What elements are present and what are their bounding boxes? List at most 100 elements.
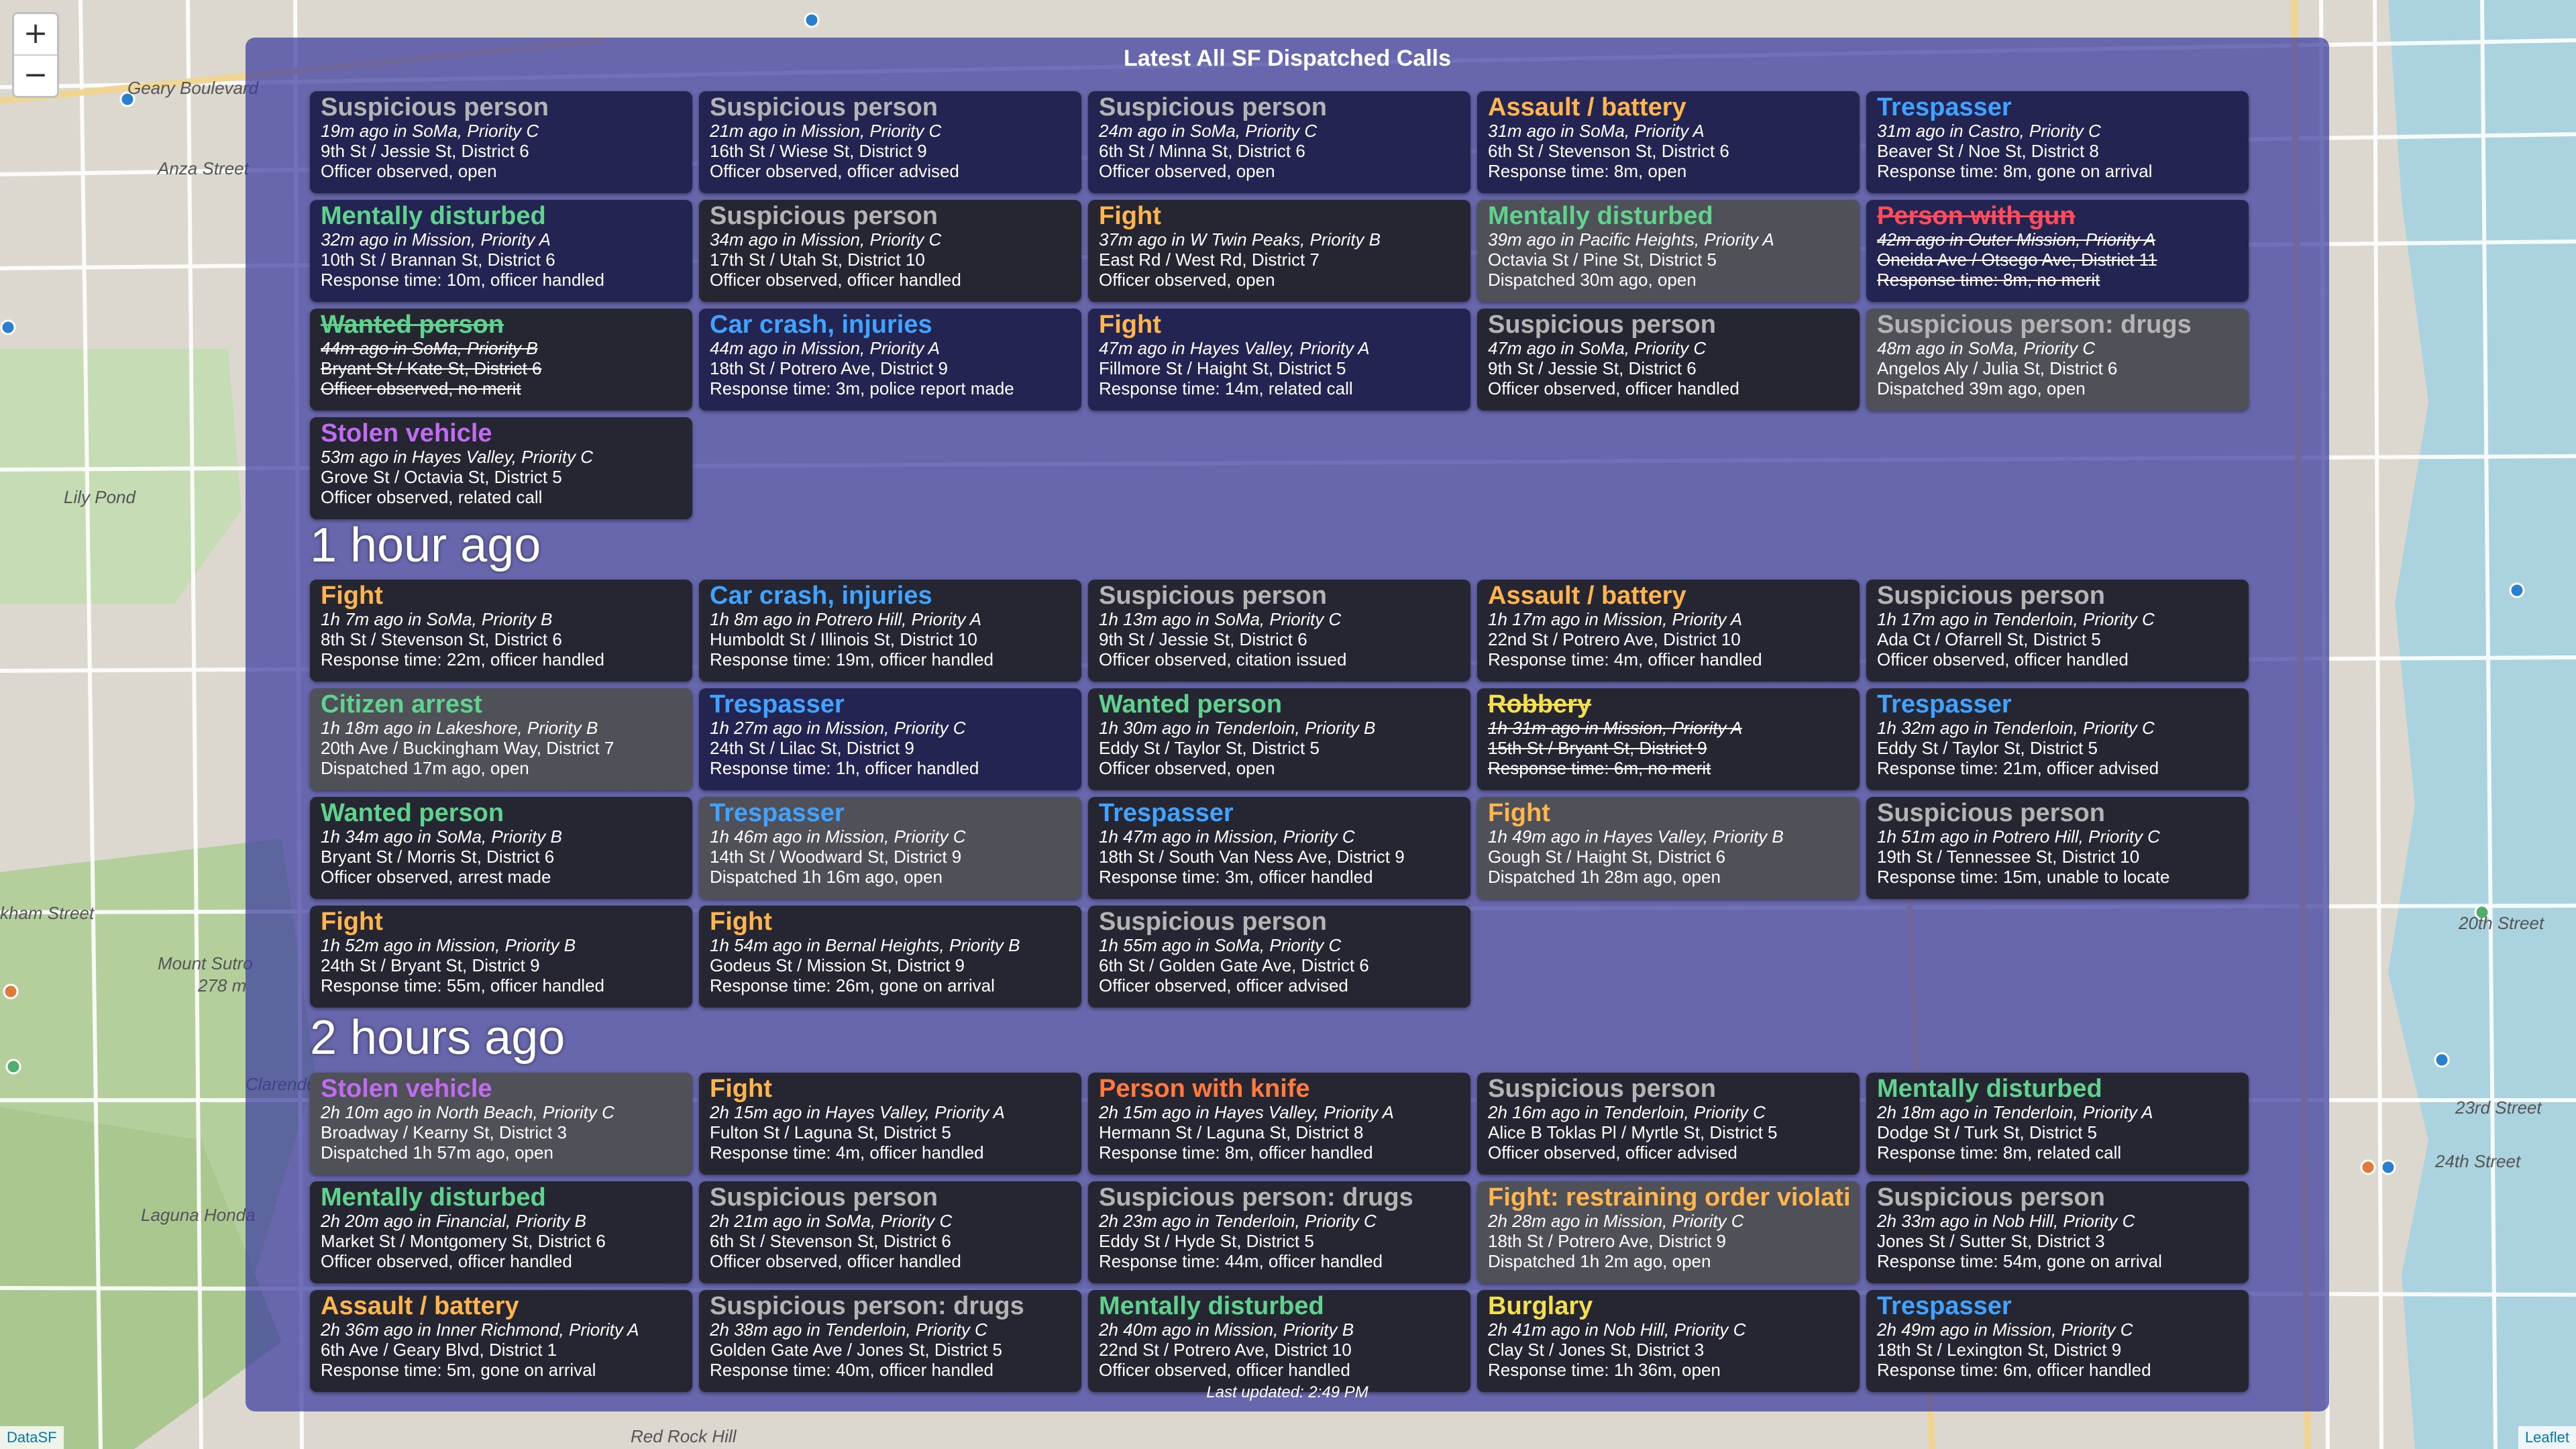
call-status: Response time: 44m, officer handled [1099,1251,1383,1271]
call-title: Fight [1099,311,1161,339]
call-card[interactable]: Suspicious person 1h 13m ago in SoMa, Pri… [1088,580,1470,682]
call-card[interactable]: Stolen vehicle 2h 10m ago in North Beach,… [310,1073,692,1175]
call-card[interactable]: Wanted person 44m ago in SoMa, Priority B… [310,309,692,411]
call-card[interactable]: Mentally disturbed 39m ago in Pacific Hei… [1477,200,1860,302]
call-card[interactable]: Robbery 1h 31m ago in Mission, Priority A… [1477,688,1860,790]
call-card[interactable]: Suspicious person 1h 17m ago in Tenderloi… [1866,580,2249,682]
call-card[interactable]: Fight 1h 54m ago in Bernal Heights, Prior… [699,906,1081,1008]
call-card[interactable]: Fight 37m ago in W Twin Peaks, Priority B… [1088,200,1470,302]
call-intersection: Ada Ct / Ofarrell St, District 5 [1877,629,2101,649]
call-card[interactable]: Suspicious person 21m ago in Mission, Pri… [699,91,1081,193]
call-time-location: 47m ago in SoMa, Priority C [1488,338,1707,358]
call-card[interactable]: Fight 1h 49m ago in Hayes Valley, Priorit… [1477,797,1860,899]
call-title: Stolen vehicle [321,1075,492,1103]
call-card[interactable]: Fight 1h 52m ago in Mission, Priority B 24… [310,906,692,1008]
call-time-location: 34m ago in Mission, Priority C [710,229,942,250]
call-card[interactable]: Assault / battery 31m ago in SoMa, Priori… [1477,91,1860,193]
call-status: Officer observed, open [1099,161,1275,181]
call-intersection: Gough St / Haight St, District 6 [1488,847,1726,867]
call-intersection: Golden Gate Ave / Jones St, District 5 [710,1340,1002,1360]
call-time-location: 2h 33m ago in Nob Hill, Priority C [1877,1211,2135,1231]
call-status: Response time: 10m, officer handled [321,270,604,290]
call-title: Suspicious person [1488,311,1716,339]
call-card[interactable]: Suspicious person 47m ago in SoMa, Priori… [1477,309,1860,411]
call-status: Response time: 15m, unable to locate [1877,867,2170,887]
call-card[interactable]: Trespasser 1h 47m ago in Mission, Priorit… [1088,797,1470,899]
zoom-out-button[interactable]: − [14,56,57,96]
call-card[interactable]: Suspicious person: drugs 2h 23m ago in Te… [1088,1181,1470,1283]
call-status: Dispatched 1h 2m ago, open [1488,1251,1711,1271]
call-time-location: 47m ago in Hayes Valley, Priority A [1099,338,1370,358]
panel-title: Latest All SF Dispatched Calls [1123,46,1452,71]
call-status: Dispatched 39m ago, open [1877,378,2086,398]
call-card[interactable]: Citizen arrest 1h 18m ago in Lakeshore, P… [310,688,692,790]
call-card[interactable]: Suspicious person 1h 55m ago in SoMa, Pri… [1088,906,1470,1008]
dispatched-calls-panel: Latest All SF Dispatched Calls Suspiciou… [246,38,2329,1411]
call-card[interactable]: Mentally disturbed 2h 20m ago in Financia… [310,1181,692,1283]
call-card[interactable]: Trespasser 31m ago in Castro, Priority CB… [1866,91,2249,193]
call-title: Fight [321,908,383,936]
call-title: Suspicious person [1099,93,1327,121]
call-card[interactable]: Suspicious person 2h 16m ago in Tenderloi… [1477,1073,1860,1175]
call-intersection: 24th St / Lilac St, District 9 [710,738,914,758]
call-card[interactable]: Trespasser 1h 46m ago in Mission, Priorit… [699,797,1081,899]
call-title: Wanted person [1099,690,1283,718]
call-card[interactable]: Suspicious person 19m ago in SoMa, Priori… [310,91,692,193]
call-time-location: 2h 10m ago in North Beach, Priority C [321,1102,614,1122]
call-intersection: 22nd St / Potrero Ave, District 10 [1488,629,1741,649]
call-card[interactable]: Fight 2h 15m ago in Hayes Valley, Priorit… [699,1073,1081,1175]
call-card[interactable]: Suspicious person 2h 33m ago in Nob Hill,… [1866,1181,2249,1283]
call-card[interactable]: Wanted person 1h 34m ago in SoMa, Priorit… [310,797,692,899]
call-card[interactable]: Mentally disturbed 2h 40m ago in Mission,… [1088,1290,1470,1392]
call-card[interactable]: Suspicious person: drugs 2h 38m ago in Te… [699,1290,1081,1392]
call-time-location: 1h 18m ago in Lakeshore, Priority B [321,718,598,738]
call-card[interactable]: Stolen vehicle 53m ago in Hayes Valley, P… [310,417,692,519]
call-title: Trespasser [1877,93,2012,121]
call-card[interactable]: Suspicious person 2h 21m ago in SoMa, Pri… [699,1181,1081,1283]
call-card[interactable]: Wanted person 1h 30m ago in Tenderloin, P… [1088,688,1470,790]
call-card[interactable]: Fight 1h 7m ago in SoMa, Priority B 8th St… [310,580,692,682]
call-title: Mentally disturbed [1099,1292,1324,1320]
call-title: Suspicious person [321,93,549,121]
call-status: Dispatched 1h 16m ago, open [710,867,943,887]
call-time-location: 2h 28m ago in Mission, Priority C [1488,1211,1744,1231]
call-time-location: 1h 27m ago in Mission, Priority C [710,718,966,738]
call-card[interactable]: Trespasser 2h 49m ago in Mission, Priorit… [1866,1290,2249,1392]
call-status: Officer observed, officer handled [1877,649,2129,669]
call-card[interactable]: Car crash, injuries 44m ago in Mission, P… [699,309,1081,411]
call-card[interactable]: Suspicious person 34m ago in Mission, Pri… [699,200,1081,302]
call-card[interactable]: Fight: restraining order violati 2h 28m a… [1477,1181,1860,1283]
call-card[interactable]: Fight 47m ago in Hayes Valley, Priority A… [1088,309,1470,411]
call-title: Fight [1099,202,1161,230]
call-time-location: 1h 32m ago in Tenderloin, Priority C [1877,718,2155,738]
call-status: Response time: 22m, officer handled [321,649,604,669]
svg-text:Red Rock Hill: Red Rock Hill [631,1426,737,1446]
call-time-location: 1h 13m ago in SoMa, Priority C [1099,609,1342,629]
call-title: Suspicious person [1099,582,1327,610]
leaflet-attribution-link[interactable]: Leaflet [2518,1426,2576,1449]
call-card[interactable]: Car crash, injuries 1h 8m ago in Potrero … [699,580,1081,682]
call-time-location: 2h 18m ago in Tenderloin, Priority A [1877,1102,2153,1122]
call-title: Suspicious person [1488,1075,1716,1103]
call-time-location: 1h 30m ago in Tenderloin, Priority B [1099,718,1376,738]
call-intersection: 6th St / Golden Gate Ave, District 6 [1099,955,1369,975]
zoom-in-button[interactable]: + [14,14,57,56]
call-card[interactable]: Trespasser 1h 27m ago in Mission, Priorit… [699,688,1081,790]
call-time-location: 2h 49m ago in Mission, Priority C [1877,1320,2133,1340]
call-card[interactable]: Assault / battery 1h 17m ago in Mission, … [1477,580,1860,682]
datasf-attribution-link[interactable]: DataSF [0,1426,64,1449]
call-title: Assault / battery [1488,582,1686,610]
call-card[interactable]: Suspicious person 24m ago in SoMa, Priori… [1088,91,1470,193]
call-title: Mentally disturbed [321,1183,546,1212]
call-card[interactable]: Person with knife 2h 15m ago in Hayes Val… [1088,1073,1470,1175]
call-card[interactable]: Burglary 2h 41m ago in Nob Hill, Priority… [1477,1290,1860,1392]
call-card[interactable]: Suspicious person: drugs 48m ago in SoMa,… [1866,309,2249,411]
call-card[interactable]: Trespasser 1h 32m ago in Tenderloin, Prio… [1866,688,2249,790]
call-card[interactable]: Mentally disturbed 2h 18m ago in Tenderlo… [1866,1073,2249,1175]
call-card[interactable]: Assault / battery 2h 36m ago in Inner Ric… [310,1290,692,1392]
call-card[interactable]: Person with gun 42m ago in Outer Mission,… [1866,200,2249,302]
call-intersection: 10th St / Brannan St, District 6 [321,250,555,270]
call-time-location: 2h 38m ago in Tenderloin, Priority C [710,1320,987,1340]
call-card[interactable]: Suspicious person 1h 51m ago in Potrero H… [1866,797,2249,899]
call-card[interactable]: Mentally disturbed 32m ago in Mission, Pr… [310,200,692,302]
